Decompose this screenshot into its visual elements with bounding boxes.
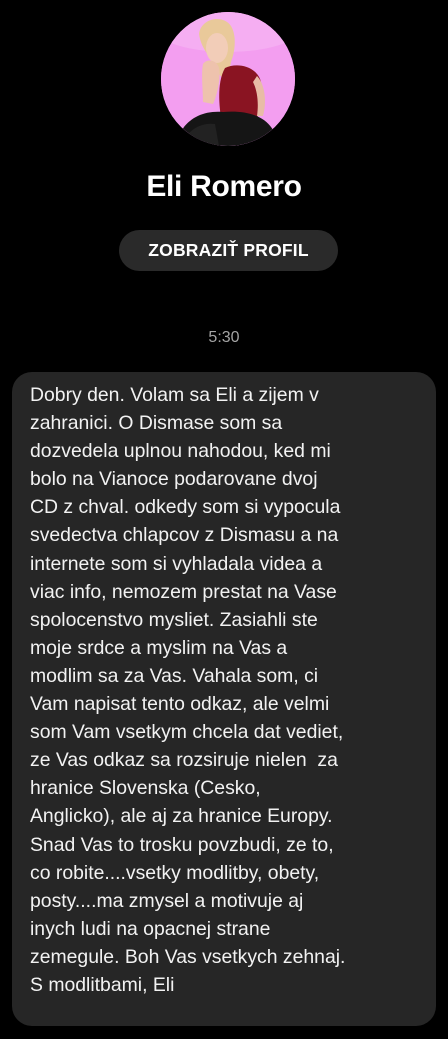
message-timestamp: 5:30	[208, 329, 240, 346]
message-bubble[interactable]: Dobry den. Volam sa Eli a zijem v zahran…	[12, 372, 436, 1026]
contact-name: Eli Romero	[146, 170, 302, 203]
profile-avatar[interactable]	[161, 12, 295, 146]
view-profile-button[interactable]: ZOBRAZIŤ PROFIL	[119, 230, 338, 271]
avatar-photo-icon	[161, 12, 295, 146]
